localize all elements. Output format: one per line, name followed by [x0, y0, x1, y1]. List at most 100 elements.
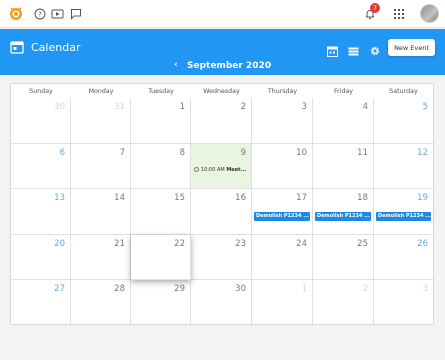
next-month-button[interactable]: ›: [268, 60, 272, 70]
day-cell[interactable]: 1: [131, 98, 191, 144]
settings-gear-icon[interactable]: [369, 42, 381, 56]
calendar-event[interactable]: 10:00 AM Meet...: [194, 166, 249, 175]
day-cell[interactable]: 30: [11, 98, 71, 144]
day-cell[interactable]: 15: [131, 189, 191, 235]
day-cell[interactable]: 12: [374, 144, 433, 190]
calendar-event[interactable]: Demolish P1234 ...: [376, 212, 431, 222]
weekday-header: Tuesday: [148, 87, 174, 95]
day-cell[interactable]: 6: [11, 143, 71, 190]
day-cell[interactable]: 14: [71, 189, 131, 235]
day-number: 2: [362, 284, 368, 295]
day-number: 1: [179, 102, 185, 112]
day-cell[interactable]: 13: [11, 189, 71, 235]
day-number: 12: [417, 147, 428, 158]
day-cell[interactable]: 5: [374, 98, 433, 144]
day-number: 3: [422, 284, 428, 295]
day-cell[interactable]: 23: [191, 234, 252, 281]
day-number: 4: [362, 102, 368, 112]
day-number: 15: [174, 193, 185, 204]
day-cell[interactable]: 20: [11, 234, 71, 281]
day-number: 22: [174, 238, 185, 249]
day-number: 7: [119, 147, 125, 158]
day-cell[interactable]: 25: [313, 234, 374, 281]
weekday-header: Saturday: [389, 87, 418, 95]
day-number: 19: [417, 193, 428, 204]
day-cell[interactable]: 1: [252, 280, 313, 326]
day-cell[interactable]: 28: [71, 280, 131, 326]
day-number: 16: [235, 193, 246, 204]
day-cell[interactable]: 30: [191, 280, 252, 326]
day-cell[interactable]: 2: [191, 98, 252, 144]
calendar-event[interactable]: Demolish P1234 ...: [315, 212, 371, 222]
day-number: 17: [296, 193, 307, 204]
day-cell[interactable]: 17 Demolish P1234 ...: [252, 189, 313, 235]
day-number: 30: [235, 284, 246, 295]
day-number: 3: [301, 102, 307, 112]
weekday-header: Monday: [88, 87, 114, 95]
avatar[interactable]: [420, 4, 439, 23]
prev-month-button[interactable]: ‹: [174, 60, 178, 70]
top-bar: ? 7: [0, 0, 445, 28]
day-cell[interactable]: 7: [71, 143, 131, 190]
app-logo-icon[interactable]: [8, 5, 24, 21]
weekday-header: Wednesday: [203, 87, 240, 95]
day-number: 18: [357, 193, 368, 204]
day-cell-hover[interactable]: 22: [131, 234, 191, 281]
day-number: 1: [301, 284, 307, 295]
day-cell[interactable]: 31: [71, 98, 131, 144]
chat-icon[interactable]: [69, 7, 83, 21]
calendar-header: Calendar New Event ‹ September 2020 ›: [0, 29, 445, 75]
day-cell[interactable]: 3: [252, 98, 313, 144]
help-icon[interactable]: ?: [33, 7, 47, 21]
day-number: 6: [59, 147, 65, 158]
day-number: 24: [296, 238, 307, 249]
day-cell[interactable]: 26: [374, 235, 433, 281]
day-cell[interactable]: 18 Demolish P1234 ...: [313, 189, 374, 235]
svg-text:?: ?: [38, 11, 42, 19]
day-number: 27: [54, 284, 65, 295]
day-cell[interactable]: 10: [252, 143, 313, 190]
day-number: 5: [422, 102, 428, 112]
apps-grid-icon[interactable]: [392, 7, 406, 21]
day-number: 2: [240, 102, 246, 112]
day-cell[interactable]: 2: [313, 280, 374, 326]
day-cell[interactable]: 27: [11, 280, 71, 326]
month-label: September 2020: [187, 61, 271, 71]
event-title: Meet...: [226, 166, 247, 173]
day-number: 21: [114, 238, 125, 249]
day-cell[interactable]: 21: [71, 234, 131, 281]
day-number: 31: [114, 102, 125, 112]
day-cell[interactable]: 19 Demolish P1234 ...: [374, 189, 433, 235]
list-view-icon[interactable]: [348, 42, 360, 56]
day-cell[interactable]: 24: [252, 234, 313, 281]
calendar-icon: [10, 39, 24, 58]
event-dot-icon: [194, 166, 199, 172]
day-cell[interactable]: 8: [131, 143, 191, 190]
day-cell[interactable]: 3: [374, 280, 433, 326]
day-number: 26: [417, 238, 428, 249]
month-view-icon[interactable]: [327, 42, 339, 57]
calendar-grid: Sunday Monday Tuesday Wednesday Thursday Frid…: [10, 83, 434, 326]
weekday-header: Sunday: [29, 87, 53, 95]
day-cell[interactable]: 29: [131, 280, 191, 326]
day-number: 20: [54, 238, 65, 249]
video-icon[interactable]: [50, 7, 64, 21]
day-number: 25: [357, 238, 368, 249]
day-number: 28: [114, 284, 125, 295]
day-number: 14: [114, 193, 125, 204]
day-cell-today[interactable]: 9 10:00 AM Meet...: [191, 143, 252, 190]
day-cell[interactable]: 16: [191, 189, 252, 235]
calendar-event[interactable]: Demolish P1234 ...: [254, 212, 310, 222]
day-number: 30: [54, 102, 65, 112]
notification-badge: 7: [370, 3, 380, 13]
day-cell[interactable]: 4: [313, 98, 374, 144]
page-title: Calendar: [31, 41, 81, 54]
day-cell[interactable]: 11: [313, 143, 374, 190]
day-number: 8: [179, 147, 185, 158]
new-event-button[interactable]: New Event: [388, 39, 435, 56]
day-number: 29: [174, 284, 185, 295]
weekday-header: Thursday: [267, 87, 298, 95]
day-number: 9: [240, 147, 246, 158]
day-number: 10: [296, 147, 307, 158]
day-number: 23: [235, 238, 246, 249]
